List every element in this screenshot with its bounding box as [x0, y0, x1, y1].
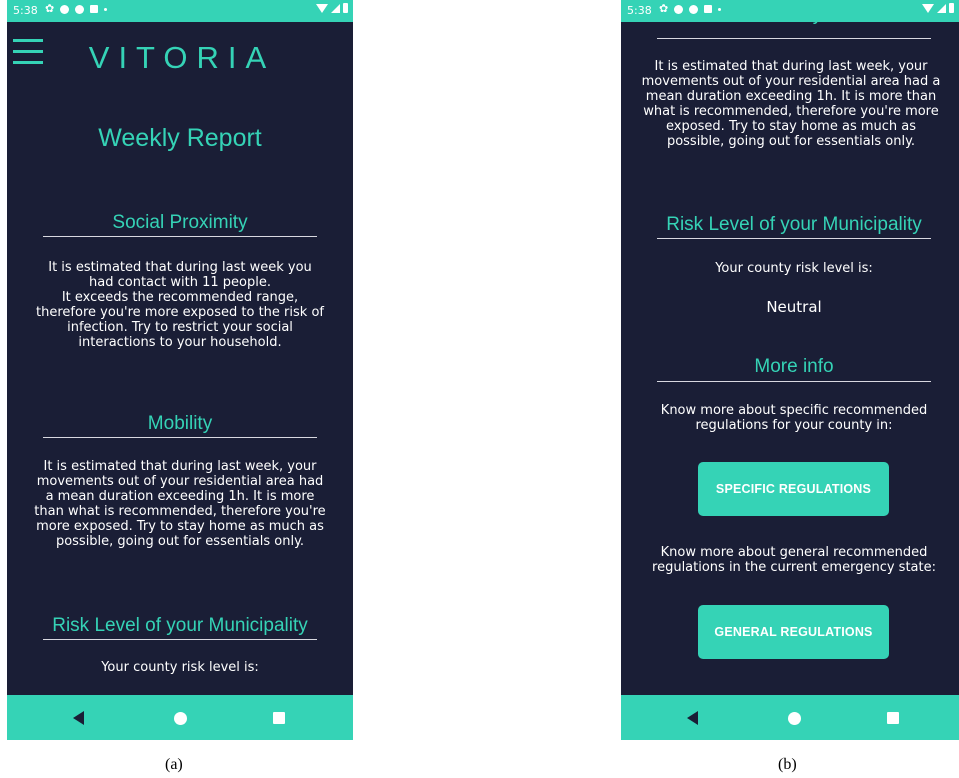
app-title: VITORIA — [88, 40, 276, 75]
risk-level-title: Risk Level of your Municipality — [52, 615, 308, 636]
specific-regulations-button[interactable]: SPECIFIC REGULATIONS — [698, 462, 889, 516]
divider — [657, 381, 931, 382]
sim-icon — [704, 5, 713, 13]
wifi-icon — [316, 3, 328, 13]
dot-icon — [104, 7, 108, 11]
recents-icon[interactable] — [887, 712, 899, 724]
mobility-text: It is estimated that during last week, y… — [34, 459, 326, 549]
mobility-title: Mobility — [147, 413, 213, 434]
signal-icon — [331, 3, 340, 13]
specific-regulations-text: Know more about specific recommended reg… — [660, 403, 928, 433]
divider — [657, 38, 931, 39]
navigation-bar — [7, 695, 353, 740]
home-icon[interactable] — [174, 712, 187, 725]
gear-icon: ✿ — [659, 2, 669, 15]
home-icon[interactable] — [788, 712, 801, 725]
circle-icon — [674, 4, 684, 14]
mobility-title: Mobility — [651, 22, 929, 26]
mobility-text: It is estimated that during last week, y… — [641, 59, 941, 149]
shield-icon — [689, 4, 699, 14]
gear-icon: ✿ — [45, 2, 55, 15]
status-time: 5:38 — [13, 4, 38, 17]
divider — [657, 238, 931, 239]
risk-level-title: Risk Level of your Municipality — [666, 214, 922, 235]
sim-icon — [90, 5, 99, 13]
divider — [43, 639, 317, 640]
menu-icon[interactable] — [13, 39, 43, 65]
signal-icon — [937, 3, 946, 13]
status-bar: 5:38 ✿ — [7, 0, 353, 22]
caption-a: (a) — [165, 756, 183, 773]
battery-icon — [343, 3, 348, 13]
report-content-b[interactable]: Mobility It is estimated that during las… — [621, 22, 959, 695]
phone-screen-b: 5:38 ✿ Mobility It is estimated that dur… — [621, 0, 959, 740]
page-title: Weekly Report — [98, 124, 262, 152]
social-proximity-title: Social Proximity — [112, 212, 248, 233]
wifi-icon — [922, 3, 934, 13]
back-icon[interactable] — [687, 711, 698, 725]
caption-b: (b) — [778, 756, 797, 773]
phone-screen-a: 5:38 ✿ VITORIA Weekly Report Social Prox… — [7, 0, 353, 740]
risk-level-intro: Your county risk level is: — [715, 261, 873, 276]
status-time: 5:38 — [627, 4, 652, 17]
divider — [43, 437, 317, 438]
more-info-title: More info — [754, 356, 834, 377]
dot-icon — [718, 7, 722, 11]
divider — [43, 236, 317, 237]
navigation-bar — [621, 695, 959, 740]
back-icon[interactable] — [73, 711, 84, 725]
risk-level-intro: Your county risk level is: — [101, 660, 259, 675]
general-regulations-button[interactable]: GENERAL REGULATIONS — [698, 605, 889, 659]
battery-icon — [949, 3, 954, 13]
status-bar: 5:38 ✿ — [621, 0, 959, 22]
report-content-a[interactable]: VITORIA Weekly Report Social Proximity I… — [7, 22, 353, 695]
circle-icon — [60, 4, 70, 14]
risk-level-value: Neutral — [766, 298, 822, 316]
shield-icon — [75, 4, 85, 14]
social-proximity-text: It is estimated that during last week yo… — [36, 260, 324, 350]
recents-icon[interactable] — [273, 712, 285, 724]
general-regulations-text: Know more about general recommended regu… — [652, 545, 936, 575]
